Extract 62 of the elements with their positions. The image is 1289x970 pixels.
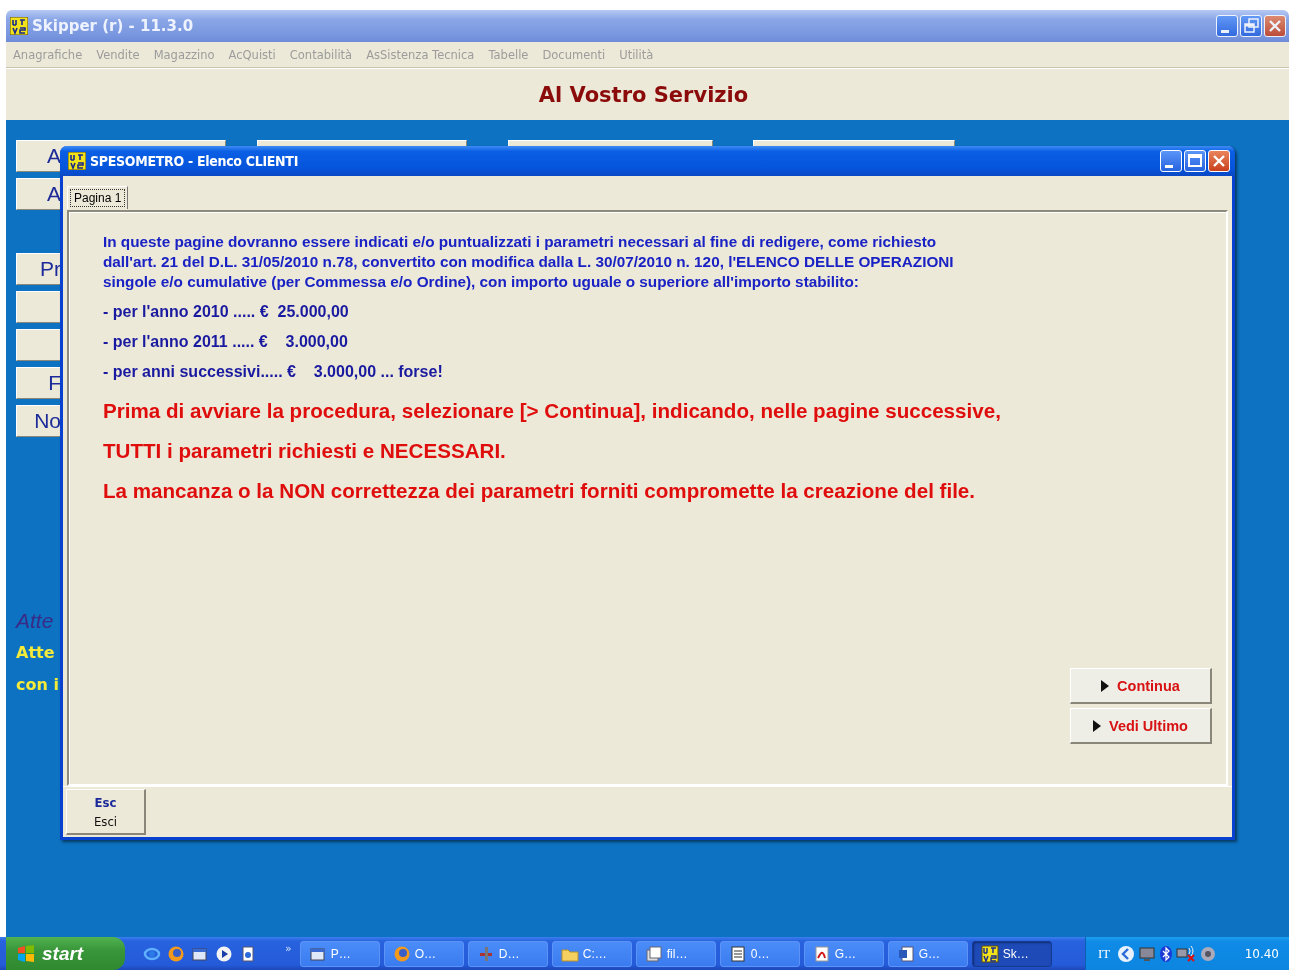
speaker-icon[interactable]	[1199, 944, 1218, 963]
maximize-button[interactable]	[1184, 150, 1206, 172]
menu-button[interactable]: Pr	[16, 253, 62, 285]
taskbar-button[interactable]: 0…	[719, 940, 800, 967]
minimize-button[interactable]	[1160, 150, 1182, 172]
globe-icon	[392, 944, 411, 963]
taskbar-button[interactable]: O…	[383, 940, 464, 967]
logo-icon	[10, 17, 28, 35]
windows-logo-icon	[16, 943, 36, 964]
logo-icon	[980, 944, 999, 963]
taskbar-button[interactable]: P…	[299, 940, 380, 967]
more-chevron[interactable]: »	[285, 942, 292, 955]
taskbar-button[interactable]: D…	[467, 940, 548, 967]
threshold-text: - per l'anno 2011 ..... € 3.000,00	[103, 332, 348, 352]
exit-button[interactable]: Esc Esci	[66, 789, 146, 835]
tab[interactable]: Pagina 1	[67, 186, 129, 209]
start-button[interactable]: start	[6, 937, 125, 970]
network-error-icon[interactable]	[1176, 944, 1197, 963]
close-button[interactable]	[1264, 15, 1286, 37]
close-button[interactable]	[1208, 150, 1230, 172]
clock: 10.40	[1244, 946, 1279, 961]
bluetooth-icon[interactable]	[1159, 944, 1174, 963]
globe-icon[interactable]	[167, 944, 185, 963]
notice-text: Atte	[16, 642, 55, 664]
notice-text: con i	[16, 674, 59, 696]
view-last-button[interactable]: Vedi Ultimo	[1070, 708, 1212, 744]
threshold-text: - per anni successivi..... € 3.000,00 ... forse!	[103, 362, 443, 382]
file-stack-icon	[644, 944, 663, 963]
continue-button[interactable]: Continua	[1070, 668, 1212, 704]
menu-button[interactable]: No	[16, 405, 62, 437]
logo-icon	[68, 152, 86, 170]
menu-button[interactable]: A	[16, 178, 62, 210]
play-icon	[1093, 719, 1101, 732]
document-icon	[896, 944, 915, 963]
play-icon	[1101, 679, 1110, 692]
taskbar-button[interactable]: Sk…	[971, 940, 1052, 967]
warning-text: Prima di avviare la procedura, selezionare [> Continua], indicando, nelle pagine successive,	[103, 398, 1001, 424]
minimize-button[interactable]	[1216, 15, 1238, 37]
restore-icon	[1241, 16, 1261, 36]
warning-text: TUTTI i parametri richiesti e NECESSARI.	[103, 438, 506, 464]
threshold-text: - per l'anno 2010 ..... € 25.000,00	[103, 302, 349, 322]
taskbar-button[interactable]: G…	[887, 940, 968, 967]
taskbar-button[interactable]: C:…	[551, 940, 632, 967]
pdf-icon	[812, 944, 831, 963]
header-title: Al Vostro Servizio	[538, 82, 749, 107]
minimize-icon	[1221, 29, 1229, 33]
page-icon[interactable]	[239, 944, 257, 963]
taskbar-button[interactable]: fil…	[635, 940, 716, 967]
menu-button[interactable]	[16, 329, 62, 361]
window-title: Skipper (r) - 11.3.0	[32, 17, 195, 35]
menu-button[interactable]	[16, 291, 62, 323]
minimize-icon	[1165, 164, 1173, 168]
disc-icon[interactable]	[215, 944, 233, 963]
chevron-icon[interactable]	[1117, 944, 1136, 963]
intro-text: In queste pagine dovranno essere indicati e/o puntualizzati i parametri necessari al fine di redigere, come richiesto dall'art. 21 del D.L. 31/05/2010 n.78, convertito con modifica dalla L. 30/07/2010 n. 120, l'ELENCO DELLE OPERAZIONI singole e/o cumulative (per Commessa e/o Ordine), con importo uguale o superiore all'importo stabilito:	[103, 232, 955, 292]
taskbar-button[interactable]: G…	[803, 940, 884, 967]
notepad-icon	[728, 944, 747, 963]
restore-button[interactable]	[1240, 15, 1262, 37]
menu-button[interactable]: F	[16, 367, 62, 399]
notice-text: Atte	[16, 608, 54, 634]
language-indicator[interactable]: IT	[1098, 945, 1111, 962]
warning-text: La mancanza o la NON correttezza dei parametri forniti compromette la creazione del file.	[103, 478, 976, 504]
